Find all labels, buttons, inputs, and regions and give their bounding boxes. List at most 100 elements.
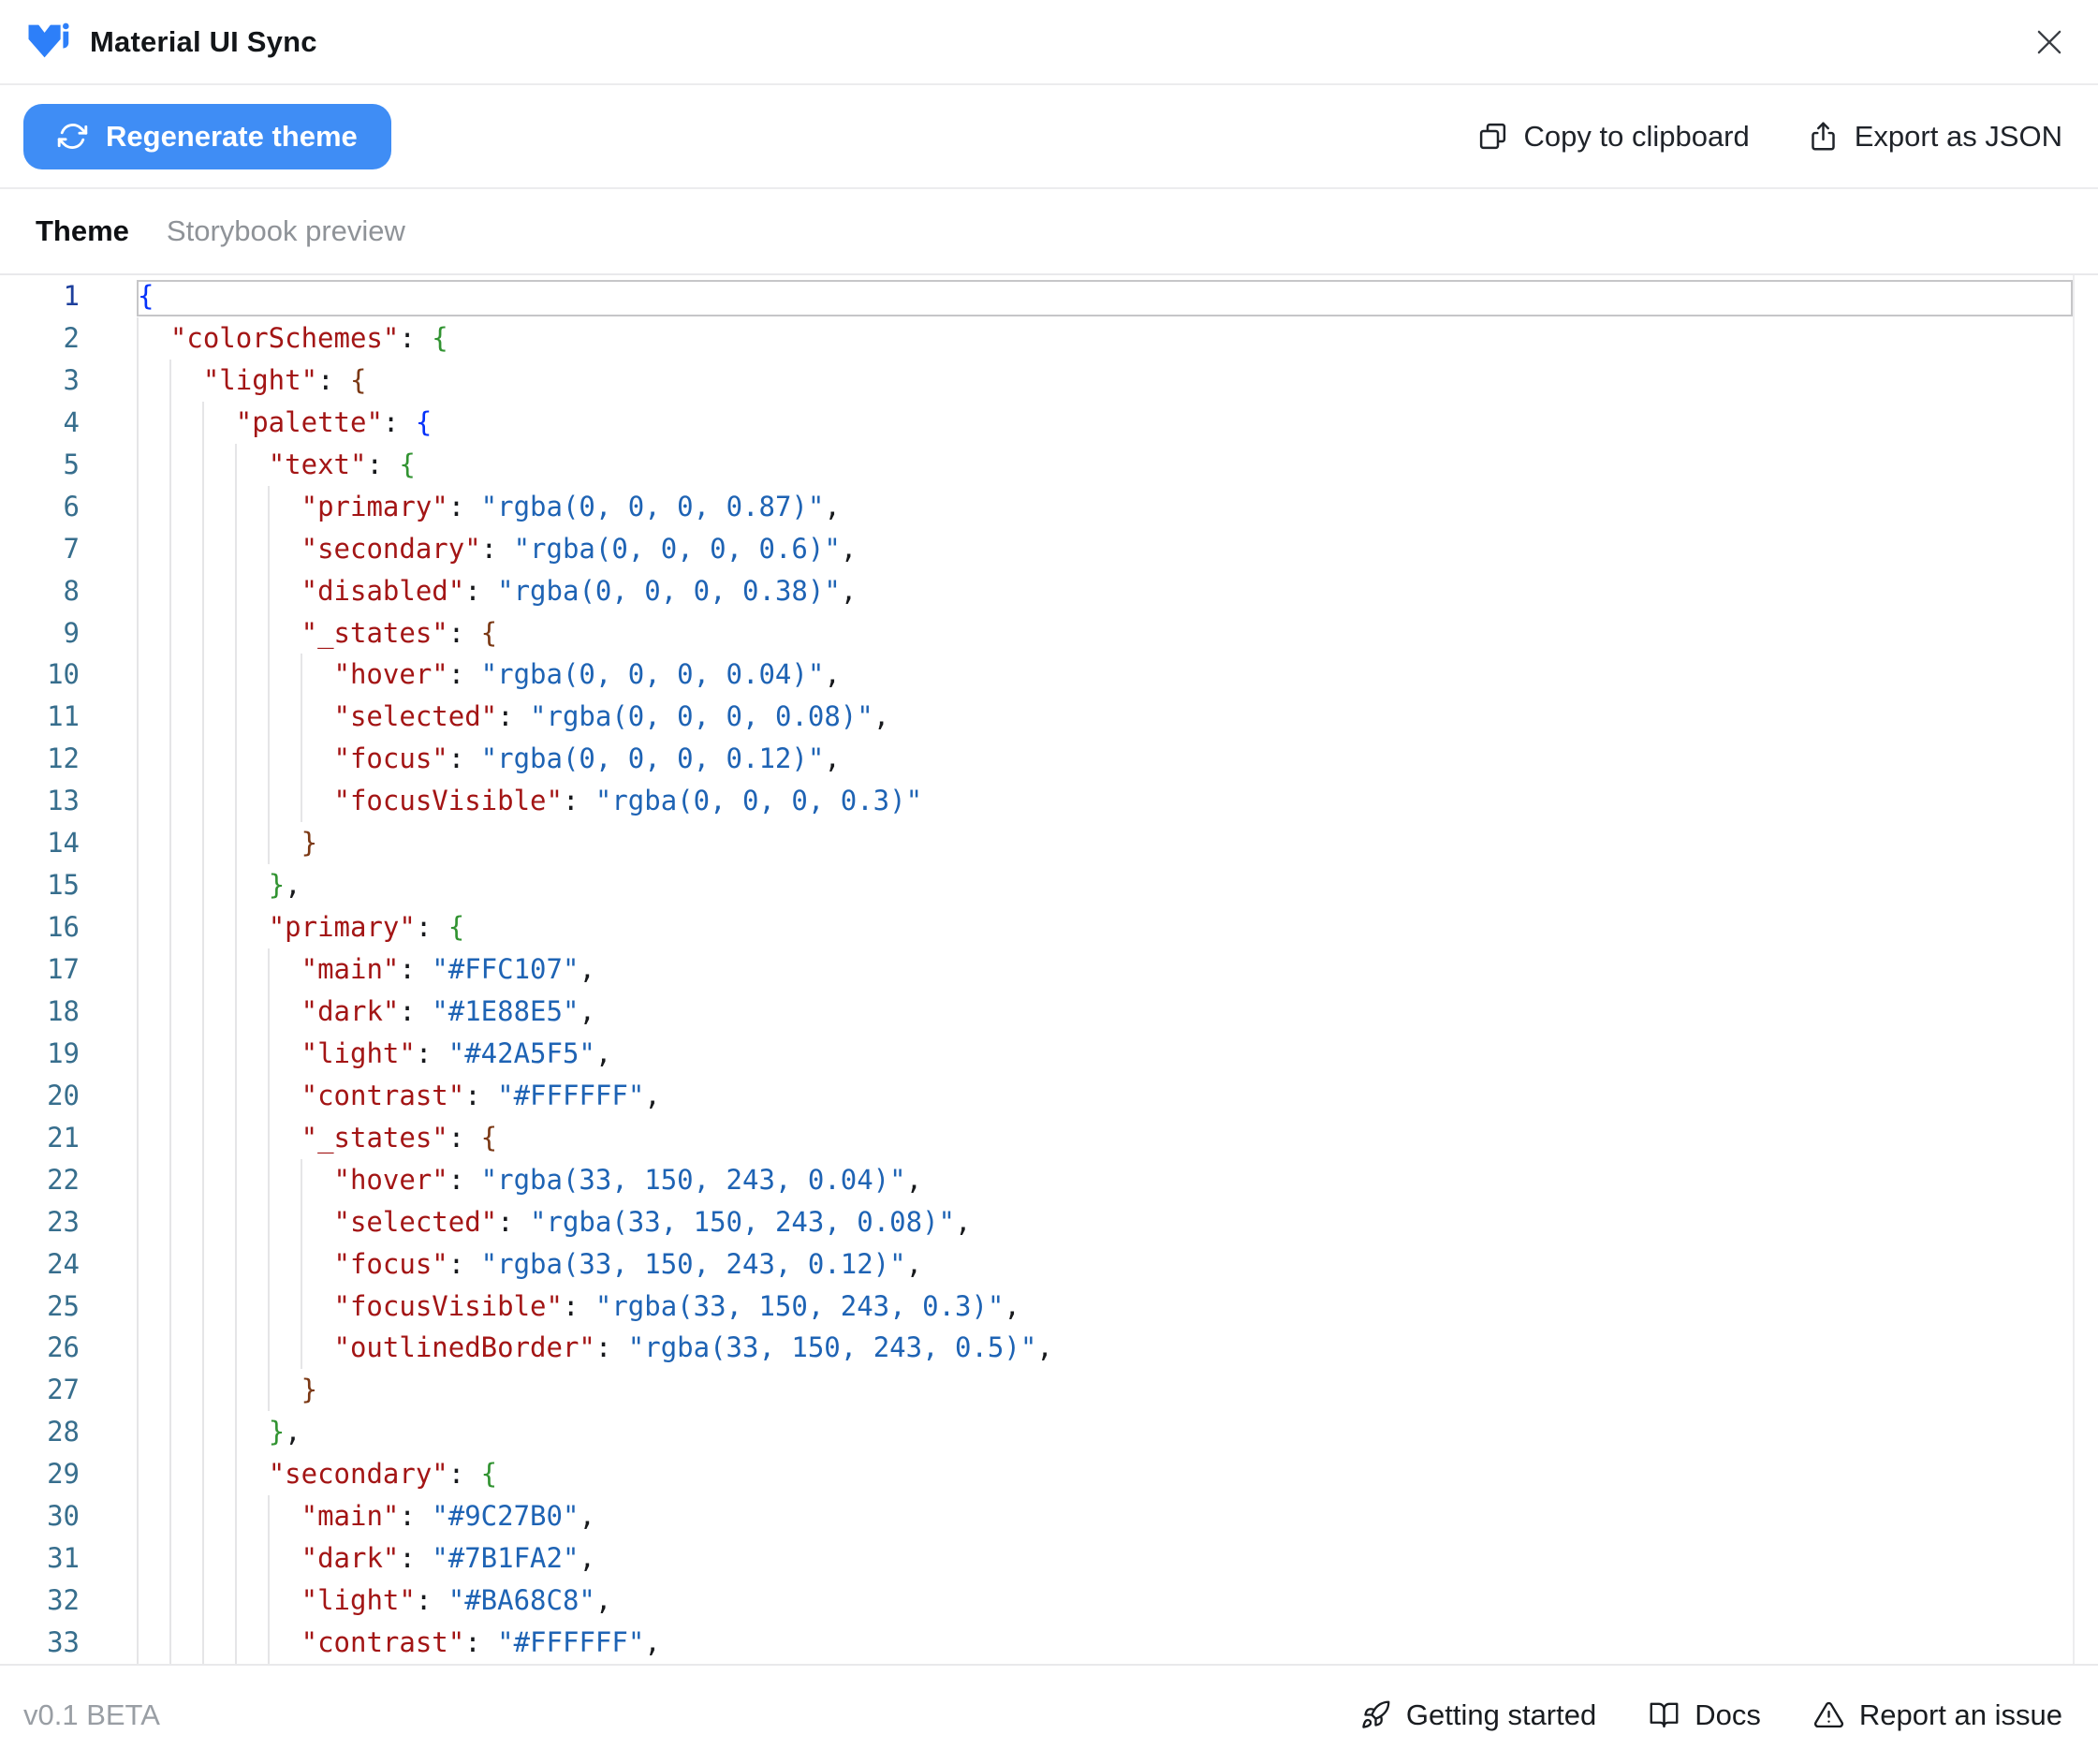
indent-guide bbox=[169, 1117, 171, 1159]
indent-guide bbox=[202, 1622, 204, 1664]
regenerate-theme-button[interactable]: Regenerate theme bbox=[23, 104, 391, 169]
indent-guide bbox=[202, 1201, 204, 1243]
code-text: "_states": { bbox=[138, 1122, 497, 1154]
active-line-highlight bbox=[137, 280, 2073, 316]
indent-guide bbox=[301, 654, 302, 696]
indent-guide bbox=[137, 570, 139, 612]
code-line[interactable]: 27 } bbox=[0, 1369, 2098, 1411]
indent-guide bbox=[202, 1327, 204, 1369]
indent-guide bbox=[202, 738, 204, 780]
code-text: "primary": "rgba(0, 0, 0, 0.87)", bbox=[138, 491, 841, 522]
code-line[interactable]: 31 "dark": "#7B1FA2", bbox=[0, 1537, 2098, 1580]
line-number: 30 bbox=[0, 1495, 80, 1537]
indent-guide bbox=[235, 1286, 237, 1328]
indent-guide bbox=[301, 1159, 302, 1201]
indent-guide bbox=[235, 1580, 237, 1622]
indent-guide bbox=[169, 864, 171, 906]
indent-guide bbox=[235, 1159, 237, 1201]
rocket-icon bbox=[1360, 1699, 1391, 1730]
theme-json-editor[interactable]: 1{2 "colorSchemes": {3 "light": {4 "pale… bbox=[0, 275, 2098, 1666]
line-number: 27 bbox=[0, 1369, 80, 1411]
indent-guide bbox=[268, 696, 270, 738]
code-line[interactable]: 3 "light": { bbox=[0, 360, 2098, 402]
code-line[interactable]: 10 "hover": "rgba(0, 0, 0, 0.04)", bbox=[0, 654, 2098, 696]
code-line[interactable]: 18 "dark": "#1E88E5", bbox=[0, 991, 2098, 1033]
code-line[interactable]: 25 "focusVisible": "rgba(33, 150, 243, 0… bbox=[0, 1286, 2098, 1328]
code-text: "focus": "rgba(0, 0, 0, 0.12)", bbox=[138, 742, 841, 774]
indent-guide bbox=[268, 1327, 270, 1369]
code-line[interactable]: 13 "focusVisible": "rgba(0, 0, 0, 0.3)" bbox=[0, 780, 2098, 822]
indent-guide bbox=[137, 738, 139, 780]
copy-to-clipboard-button[interactable]: Copy to clipboard bbox=[1477, 120, 1750, 154]
code-line[interactable]: 28 }, bbox=[0, 1411, 2098, 1453]
code-line[interactable]: 1{ bbox=[0, 275, 2098, 317]
indent-guide bbox=[202, 402, 204, 444]
code-text: "text": { bbox=[138, 448, 416, 480]
indent-guide bbox=[268, 991, 270, 1033]
indent-guide bbox=[268, 1243, 270, 1286]
code-text: "secondary": "rgba(0, 0, 0, 0.6)", bbox=[138, 533, 857, 565]
report-an-issue-link[interactable]: Report an issue bbox=[1813, 1698, 2062, 1732]
indent-guide bbox=[137, 696, 139, 738]
indent-guide bbox=[137, 1327, 139, 1369]
indent-guide bbox=[169, 1075, 171, 1117]
code-line[interactable]: 32 "light": "#BA68C8", bbox=[0, 1580, 2098, 1622]
code-line[interactable]: 14 } bbox=[0, 822, 2098, 864]
code-line[interactable]: 29 "secondary": { bbox=[0, 1453, 2098, 1495]
indent-guide bbox=[235, 696, 237, 738]
getting-started-link[interactable]: Getting started bbox=[1360, 1698, 1596, 1732]
indent-guide bbox=[137, 1622, 139, 1664]
code-line[interactable]: 2 "colorSchemes": { bbox=[0, 317, 2098, 360]
indent-guide bbox=[202, 528, 204, 570]
code-line[interactable]: 21 "_states": { bbox=[0, 1117, 2098, 1159]
copy-to-clipboard-label: Copy to clipboard bbox=[1524, 120, 1750, 154]
code-text: "primary": { bbox=[138, 911, 464, 943]
indent-guide bbox=[169, 780, 171, 822]
toolbar: Regenerate theme Copy to clipboard Expor… bbox=[0, 85, 2098, 189]
code-line[interactable]: 4 "palette": { bbox=[0, 402, 2098, 444]
close-button[interactable] bbox=[2027, 20, 2072, 65]
indent-guide bbox=[137, 1159, 139, 1201]
tab-storybook-preview[interactable]: Storybook preview bbox=[167, 214, 405, 248]
docs-link[interactable]: Docs bbox=[1649, 1698, 1761, 1732]
code-line[interactable]: 12 "focus": "rgba(0, 0, 0, 0.12)", bbox=[0, 738, 2098, 780]
code-text: "selected": "rgba(33, 150, 243, 0.08)", bbox=[138, 1206, 971, 1238]
indent-guide bbox=[202, 570, 204, 612]
code-line[interactable]: 23 "selected": "rgba(33, 150, 243, 0.08)… bbox=[0, 1201, 2098, 1243]
code-line[interactable]: 33 "contrast": "#FFFFFF", bbox=[0, 1622, 2098, 1664]
editor-scrollbar-divider bbox=[2073, 275, 2075, 1664]
indent-guide bbox=[169, 822, 171, 864]
code-text: "main": "#9C27B0", bbox=[138, 1500, 595, 1532]
code-line[interactable]: 17 "main": "#FFC107", bbox=[0, 948, 2098, 991]
indent-guide bbox=[202, 1411, 204, 1453]
code-line[interactable]: 24 "focus": "rgba(33, 150, 243, 0.12)", bbox=[0, 1243, 2098, 1286]
code-line[interactable]: 20 "contrast": "#FFFFFF", bbox=[0, 1075, 2098, 1117]
line-number: 33 bbox=[0, 1622, 80, 1664]
export-as-json-button[interactable]: Export as JSON bbox=[1808, 120, 2062, 154]
line-number: 8 bbox=[0, 570, 80, 612]
code-line[interactable]: 9 "_states": { bbox=[0, 612, 2098, 654]
tab-theme[interactable]: Theme bbox=[36, 214, 129, 248]
code-line[interactable]: 11 "selected": "rgba(0, 0, 0, 0.08)", bbox=[0, 696, 2098, 738]
code-line[interactable]: 5 "text": { bbox=[0, 444, 2098, 486]
code-line[interactable]: 7 "secondary": "rgba(0, 0, 0, 0.6)", bbox=[0, 528, 2098, 570]
indent-guide bbox=[268, 738, 270, 780]
indent-guide bbox=[268, 570, 270, 612]
code-line[interactable]: 8 "disabled": "rgba(0, 0, 0, 0.38)", bbox=[0, 570, 2098, 612]
code-line[interactable]: 15 }, bbox=[0, 864, 2098, 906]
code-line[interactable]: 19 "light": "#42A5F5", bbox=[0, 1033, 2098, 1075]
indent-guide bbox=[137, 1075, 139, 1117]
code-line[interactable]: 6 "primary": "rgba(0, 0, 0, 0.87)", bbox=[0, 486, 2098, 528]
indent-guide bbox=[137, 360, 139, 402]
code-line[interactable]: 16 "primary": { bbox=[0, 906, 2098, 948]
indent-guide bbox=[169, 486, 171, 528]
code-text: "disabled": "rgba(0, 0, 0, 0.38)", bbox=[138, 575, 857, 607]
code-line[interactable]: 22 "hover": "rgba(33, 150, 243, 0.04)", bbox=[0, 1159, 2098, 1201]
code-line[interactable]: 26 "outlinedBorder": "rgba(33, 150, 243,… bbox=[0, 1327, 2098, 1369]
indent-guide bbox=[137, 1243, 139, 1286]
line-number: 17 bbox=[0, 948, 80, 991]
code-line[interactable]: 30 "main": "#9C27B0", bbox=[0, 1495, 2098, 1537]
indent-guide bbox=[268, 1201, 270, 1243]
indent-guide bbox=[169, 654, 171, 696]
indent-guide bbox=[137, 780, 139, 822]
